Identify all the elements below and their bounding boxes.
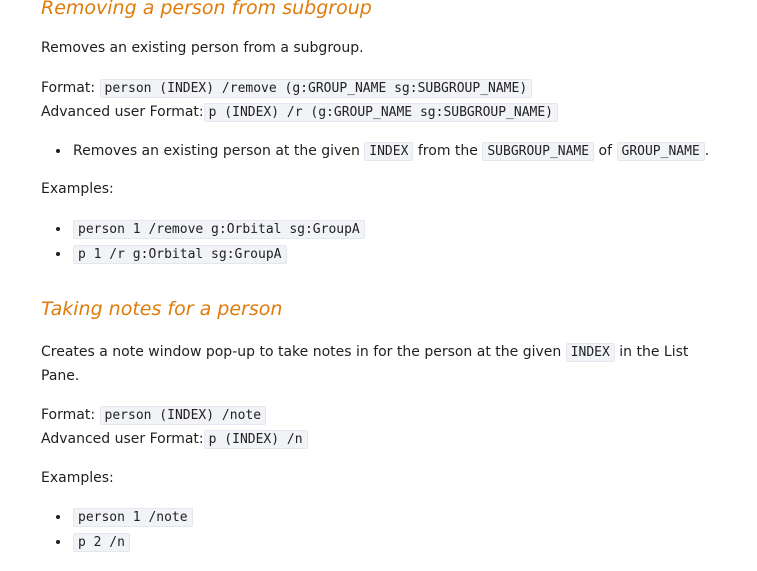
inline-code: INDEX [364,142,414,161]
examples-label: Examples: [41,181,114,197]
list-item: person 1 /note [71,505,193,530]
advanced-format-line: Advanced user Format: p (INDEX) /n [41,427,308,452]
inline-code: INDEX [565,343,615,362]
example-code: person 1 /note [73,508,193,527]
inline-code: GROUP_NAME [616,142,705,161]
format-code: person (INDEX) /remove (g:GROUP_NAME sg:… [99,79,533,98]
example-code: person 1 /remove g:Orbital sg:GroupA [73,220,365,239]
example-code: p 2 /n [73,533,130,552]
format-line: Format: person (INDEX) /note [41,403,267,428]
section-description-continued: Pane. [41,368,80,384]
section-description: Creates a note window pop-up to take not… [41,343,689,362]
inline-code: SUBGROUP_NAME [482,142,595,161]
format-code: person (INDEX) /note [99,406,267,425]
examples-label: Examples: [41,470,114,486]
list-item: Removes an existing person at the given … [71,139,709,164]
list-item: person 1 /remove g:Orbital sg:GroupA [71,217,365,242]
examples-list: person 1 /remove g:Orbital sg:GroupA p 1… [41,217,365,267]
advanced-format-label: Advanced user Format: [41,431,204,447]
list-item: p 1 /r g:Orbital sg:GroupA [71,242,365,267]
note-list: Removes an existing person at the given … [41,139,709,164]
format-label: Format: [41,407,96,423]
advanced-format-line: Advanced user Format: p (INDEX) /r (g:GRO… [41,100,559,125]
advanced-format-code: p (INDEX) /r (g:GROUP_NAME sg:SUBGROUP_N… [203,103,559,122]
examples-list: person 1 /note p 2 /n [41,505,193,555]
section-heading-remove-from-subgroup: Removing a person from subgroup [41,0,372,19]
format-label: Format: [41,80,96,96]
format-line: Format: person (INDEX) /remove (g:GROUP_… [41,76,533,101]
list-item: p 2 /n [71,530,193,555]
example-code: p 1 /r g:Orbital sg:GroupA [73,245,287,264]
advanced-format-code: p (INDEX) /n [203,430,308,449]
advanced-format-label: Advanced user Format: [41,104,204,120]
section-description: Removes an existing person from a subgro… [41,40,364,56]
section-heading-taking-notes: Taking notes for a person [41,298,283,320]
